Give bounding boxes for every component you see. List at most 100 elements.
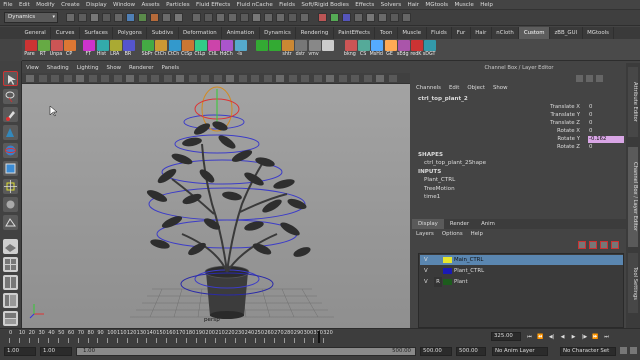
shelf-button[interactable]: vmv [308,40,321,60]
viewport-tool-icon[interactable] [151,75,159,82]
viewport-tool-icon[interactable] [338,75,347,82]
layout-icon[interactable] [576,75,583,82]
layer-name[interactable]: Plant_CTRL [454,266,484,276]
layer-editor-tab[interactable]: Display [412,219,444,229]
shelf-tab[interactable]: Polygons [113,27,148,39]
status-tool-icon[interactable] [276,13,285,22]
status-tool-icon[interactable] [138,13,147,22]
viewport-tool-icon[interactable] [226,75,234,82]
attribute-value-field[interactable]: 0 [588,128,624,135]
status-tool-icon[interactable] [150,13,159,22]
shelf-tab[interactable]: Toon [375,27,398,39]
menu-item[interactable]: Hair [404,0,422,10]
shelf-button[interactable]: BR [122,40,135,60]
layer-name[interactable]: Main_CTRL [454,255,483,265]
menu-item[interactable]: Help [477,0,496,10]
viewport-tool-icon[interactable] [188,75,197,82]
viewport-tool-icon[interactable] [251,75,259,82]
status-tool-icon[interactable] [66,13,75,22]
layer-editor-menu-item[interactable]: Layers [412,229,438,239]
shape-node[interactable]: ctrl_top_plant_2Shape [424,160,486,166]
viewport-tool-icon[interactable] [326,75,334,82]
layer-down-icon[interactable] [611,241,619,249]
menu-item[interactable]: MGtools [422,0,451,10]
layer-editor-menu-item[interactable]: Help [467,229,487,239]
paint-select-icon[interactable] [3,107,18,122]
menu-item[interactable]: File [0,0,16,10]
input-node[interactable]: time1 [424,194,440,200]
time-slider[interactable]: 0 10 20 30 40 50 60 70 80 90 100 110 120 130 140 150 160… [0,328,640,344]
viewport-tool-icon[interactable] [238,75,247,82]
menu-item[interactable]: Fluid nCache [233,0,276,10]
step-back-key-icon[interactable]: ⏪ [535,334,546,340]
layer-row[interactable]: V R Plant [420,277,623,287]
playback-end-field[interactable]: 500.00 [420,347,452,356]
viewport-menu-item[interactable]: Panels [158,63,183,73]
side-tab[interactable]: Attribute Editor [628,67,638,137]
layout-icon[interactable] [586,75,593,82]
viewport-menu-item[interactable]: Lighting [73,63,103,73]
go-to-end-icon[interactable]: ⏭ [601,334,612,340]
input-node[interactable]: Plant_CTRL [424,177,455,183]
channel-box-menu-item[interactable]: Show [489,85,512,91]
persp-outliner-layout-icon[interactable] [3,293,18,308]
viewport-menu-item[interactable]: Renderer [125,63,158,73]
viewport-tool-icon[interactable] [88,75,97,82]
status-tool-icon[interactable] [102,13,111,22]
side-tab[interactable]: Tool Settings [628,253,638,313]
viewport-tool-icon[interactable] [138,75,147,82]
end-time-field[interactable]: 500.00 [456,347,486,356]
viewport-tool-icon[interactable] [288,75,297,82]
shelf-tab[interactable]: MGtools [583,27,615,39]
menu-item[interactable]: Edit [16,0,33,10]
playback-start-field[interactable]: 1.00 [40,347,72,356]
shelf-tab[interactable]: Fur [452,27,471,39]
status-tool-icon[interactable] [390,13,399,22]
shelf-tab[interactable]: PaintEffects [334,27,376,39]
menu-item[interactable]: Soft/Rigid Bodies [298,0,352,10]
go-to-start-icon[interactable]: ⏮ [524,334,535,340]
viewport-tool-icon[interactable] [176,75,184,82]
step-forward-frame-icon[interactable]: |▶ [579,334,590,340]
status-tool-icon[interactable] [174,13,183,22]
range-slider[interactable]: 1.00 500.00 [76,347,416,356]
viewport-tool-icon[interactable] [113,75,122,82]
character-set-dropdown[interactable]: No Character Set [560,347,616,356]
shelf-tab[interactable]: General [20,27,52,39]
status-tool-icon[interactable] [300,13,309,22]
status-tool-icon[interactable] [240,13,249,22]
menu-set-dropdown[interactable]: Dynamics ▾ [4,12,58,23]
attribute-label[interactable]: Translate Z [550,120,580,126]
step-forward-key-icon[interactable]: ⏩ [590,334,601,340]
shelf-tab[interactable]: Subdivs [147,27,179,39]
current-time-marker[interactable] [318,331,320,343]
status-tool-icon[interactable] [354,13,363,22]
key-icon[interactable] [620,347,627,354]
status-tool-icon[interactable] [264,13,273,22]
layer-up-icon[interactable] [600,241,608,249]
anim-layer-dropdown[interactable]: No Anim Layer [492,347,548,356]
scale-tool-icon[interactable] [3,161,18,176]
menu-item[interactable]: Effects [352,0,377,10]
select-tool-icon[interactable] [3,71,18,86]
layer-visibility-toggle[interactable]: V [424,266,428,276]
shelf-button[interactable] [255,40,268,60]
viewport-tool-icon[interactable] [363,75,372,82]
layer-color-swatch[interactable] [443,268,452,274]
viewport-tool-icon[interactable] [76,75,84,82]
graph-layout-icon[interactable] [3,311,18,326]
menu-item[interactable]: Window [110,0,138,10]
menu-item[interactable]: Create [58,0,83,10]
status-tool-icon[interactable] [342,13,351,22]
channel-box-menu-item[interactable]: Channels [412,85,445,91]
side-by-side-layout-icon[interactable] [3,275,18,290]
viewport-tool-icon[interactable] [63,75,72,82]
shelf-tab[interactable]: Deformation [179,27,223,39]
viewport-menu-item[interactable]: View [22,63,43,73]
input-node[interactable]: TreeMotion [424,186,455,192]
status-tool-icon[interactable] [90,13,99,22]
layer-display-type-toggle[interactable]: R [434,277,442,287]
layer-color-swatch[interactable] [443,279,452,285]
viewport-tool-icon[interactable] [163,75,172,82]
status-tool-icon[interactable] [78,13,87,22]
